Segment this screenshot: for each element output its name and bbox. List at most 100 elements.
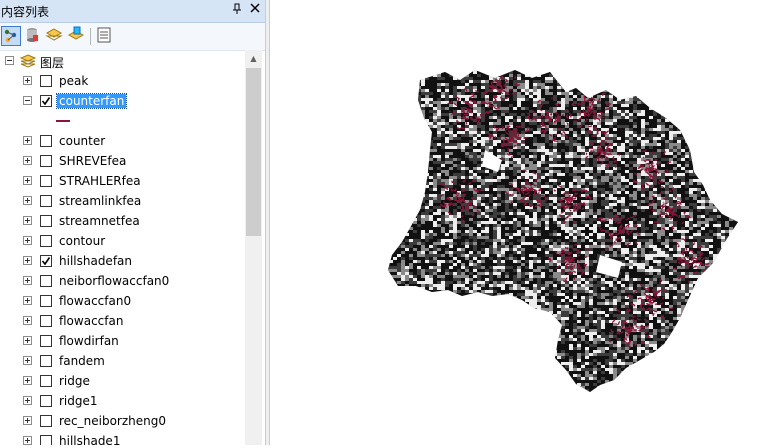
layer-label[interactable]: contour bbox=[59, 234, 105, 248]
layer-row[interactable]: flowdirfan bbox=[0, 331, 245, 351]
layer-row[interactable]: streamlinkfea bbox=[0, 191, 245, 211]
expand-layer-toggle[interactable] bbox=[23, 216, 32, 225]
layer-visibility-checkbox[interactable] bbox=[40, 135, 52, 147]
layer-visibility-checkbox[interactable] bbox=[40, 235, 52, 247]
layer-visibility-checkbox[interactable] bbox=[40, 395, 52, 407]
collapse-layer-toggle[interactable] bbox=[23, 96, 32, 105]
layer-label[interactable]: counter bbox=[59, 134, 105, 148]
expand-layer-toggle[interactable] bbox=[23, 316, 32, 325]
layer-label[interactable]: fandem bbox=[59, 354, 105, 368]
database-icon bbox=[23, 26, 41, 44]
layer-visibility-checkbox[interactable] bbox=[40, 355, 52, 367]
layers-icon bbox=[19, 53, 37, 72]
expand-layer-toggle[interactable] bbox=[23, 416, 32, 425]
list-by-visibility-button[interactable] bbox=[45, 26, 65, 46]
drawing-order-icon bbox=[2, 27, 20, 45]
expand-layer-toggle[interactable] bbox=[23, 276, 32, 285]
layer-label[interactable]: peak bbox=[59, 74, 88, 88]
hillshade-layer bbox=[385, 68, 741, 395]
layer-row[interactable]: fandem bbox=[0, 351, 245, 371]
layer-row[interactable]: hillshadefan bbox=[0, 251, 245, 271]
layer-visibility-checkbox[interactable] bbox=[40, 195, 52, 207]
options-icon bbox=[95, 26, 113, 44]
layer-visibility-checkbox[interactable] bbox=[40, 435, 52, 445]
panel-titlebar: 内容列表 bbox=[0, 0, 265, 23]
tree-root-row: 图层 bbox=[0, 51, 245, 71]
layer-label[interactable]: streamlinkfea bbox=[59, 194, 141, 208]
layer-visibility-checkbox[interactable] bbox=[40, 275, 52, 287]
table-of-contents-panel: 内容列表 bbox=[0, 0, 265, 445]
expand-layer-toggle[interactable] bbox=[23, 436, 32, 445]
layer-row[interactable]: flowaccfan0 bbox=[0, 291, 245, 311]
expand-layer-toggle[interactable] bbox=[23, 156, 32, 165]
layer-label[interactable]: flowaccfan bbox=[59, 314, 123, 328]
layer-row[interactable]: hillshade1 bbox=[0, 431, 245, 445]
layer-label[interactable]: ridge bbox=[59, 374, 90, 388]
layer-label[interactable]: hillshadefan bbox=[59, 254, 132, 268]
pin-icon[interactable] bbox=[232, 3, 242, 18]
layer-label[interactable]: counterfan bbox=[57, 94, 126, 108]
layer-label[interactable]: flowaccfan0 bbox=[59, 294, 131, 308]
expand-layer-toggle[interactable] bbox=[23, 76, 32, 85]
list-by-drawing-order-button[interactable] bbox=[1, 26, 21, 46]
layer-row[interactable]: counter bbox=[0, 131, 245, 151]
layer-label[interactable]: SHREVEfea bbox=[59, 154, 126, 168]
layer-row[interactable]: streamnetfea bbox=[0, 211, 245, 231]
layer-row[interactable]: flowaccfan bbox=[0, 311, 245, 331]
layer-label[interactable]: flowdirfan bbox=[59, 334, 119, 348]
layer-row[interactable]: ridge1 bbox=[0, 391, 245, 411]
expand-layer-toggle[interactable] bbox=[23, 336, 32, 345]
layer-row[interactable]: STRAHLERfea bbox=[0, 171, 245, 191]
toolbar-separator bbox=[90, 28, 91, 45]
list-by-source-button[interactable] bbox=[23, 26, 43, 46]
layer-row[interactable]: rec_neiborzheng0 bbox=[0, 411, 245, 431]
layer-row[interactable]: SHREVEfea bbox=[0, 151, 245, 171]
layer-label[interactable]: rec_neiborzheng0 bbox=[59, 414, 166, 428]
list-by-selection-button[interactable] bbox=[67, 26, 87, 46]
expand-layer-toggle[interactable] bbox=[23, 176, 32, 185]
layers-icon bbox=[45, 26, 63, 44]
expand-layer-toggle[interactable] bbox=[23, 196, 32, 205]
panel-title: 内容列表 bbox=[1, 3, 49, 20]
layer-label[interactable]: ridge1 bbox=[59, 394, 98, 408]
layer-visibility-checkbox[interactable] bbox=[40, 75, 52, 87]
checkmark-icon bbox=[41, 256, 51, 266]
layer-visibility-checkbox[interactable] bbox=[40, 335, 52, 347]
layer-visibility-checkbox[interactable] bbox=[40, 295, 52, 307]
layer-row[interactable]: contour bbox=[0, 231, 245, 251]
collapse-root-toggle[interactable] bbox=[5, 56, 14, 65]
expand-layer-toggle[interactable] bbox=[23, 236, 32, 245]
layer-visibility-checkbox[interactable] bbox=[40, 155, 52, 167]
selection-icon bbox=[67, 26, 85, 44]
layer-row[interactable]: neiborflowaccfan0 bbox=[0, 271, 245, 291]
layer-label[interactable]: hillshade1 bbox=[59, 434, 120, 445]
layer-label[interactable]: neiborflowaccfan0 bbox=[59, 274, 169, 288]
scroll-up-icon[interactable]: ▲ bbox=[245, 50, 262, 67]
layer-tree: 图层 peak counterfan counter SHREVEfea STRAHLE… bbox=[0, 50, 245, 445]
expand-layer-toggle[interactable] bbox=[23, 396, 32, 405]
expand-layer-toggle[interactable] bbox=[23, 356, 32, 365]
expand-layer-toggle[interactable] bbox=[23, 256, 32, 265]
expand-layer-toggle[interactable] bbox=[23, 376, 32, 385]
layer-row[interactable]: peak bbox=[0, 71, 245, 91]
options-button[interactable] bbox=[95, 26, 115, 46]
layer-visibility-checkbox[interactable] bbox=[40, 175, 52, 187]
expand-layer-toggle[interactable] bbox=[23, 136, 32, 145]
layer-row[interactable]: counterfan bbox=[0, 91, 245, 111]
layer-visibility-checkbox[interactable] bbox=[40, 95, 52, 107]
layer-visibility-checkbox[interactable] bbox=[40, 315, 52, 327]
vertical-scrollbar[interactable]: ▲ bbox=[245, 50, 262, 445]
line-symbol-swatch bbox=[56, 120, 70, 122]
scrollbar-thumb[interactable] bbox=[246, 68, 261, 236]
layer-label[interactable]: streamnetfea bbox=[59, 214, 140, 228]
layer-visibility-checkbox[interactable] bbox=[40, 215, 52, 227]
layer-row[interactable]: ridge bbox=[0, 371, 245, 391]
terrain-map bbox=[270, 0, 779, 445]
layer-visibility-checkbox[interactable] bbox=[40, 255, 52, 267]
layer-visibility-checkbox[interactable] bbox=[40, 375, 52, 387]
layer-visibility-checkbox[interactable] bbox=[40, 415, 52, 427]
expand-layer-toggle[interactable] bbox=[23, 296, 32, 305]
map-view[interactable] bbox=[270, 0, 779, 445]
close-icon[interactable] bbox=[249, 1, 261, 19]
layer-label[interactable]: STRAHLERfea bbox=[59, 174, 141, 188]
